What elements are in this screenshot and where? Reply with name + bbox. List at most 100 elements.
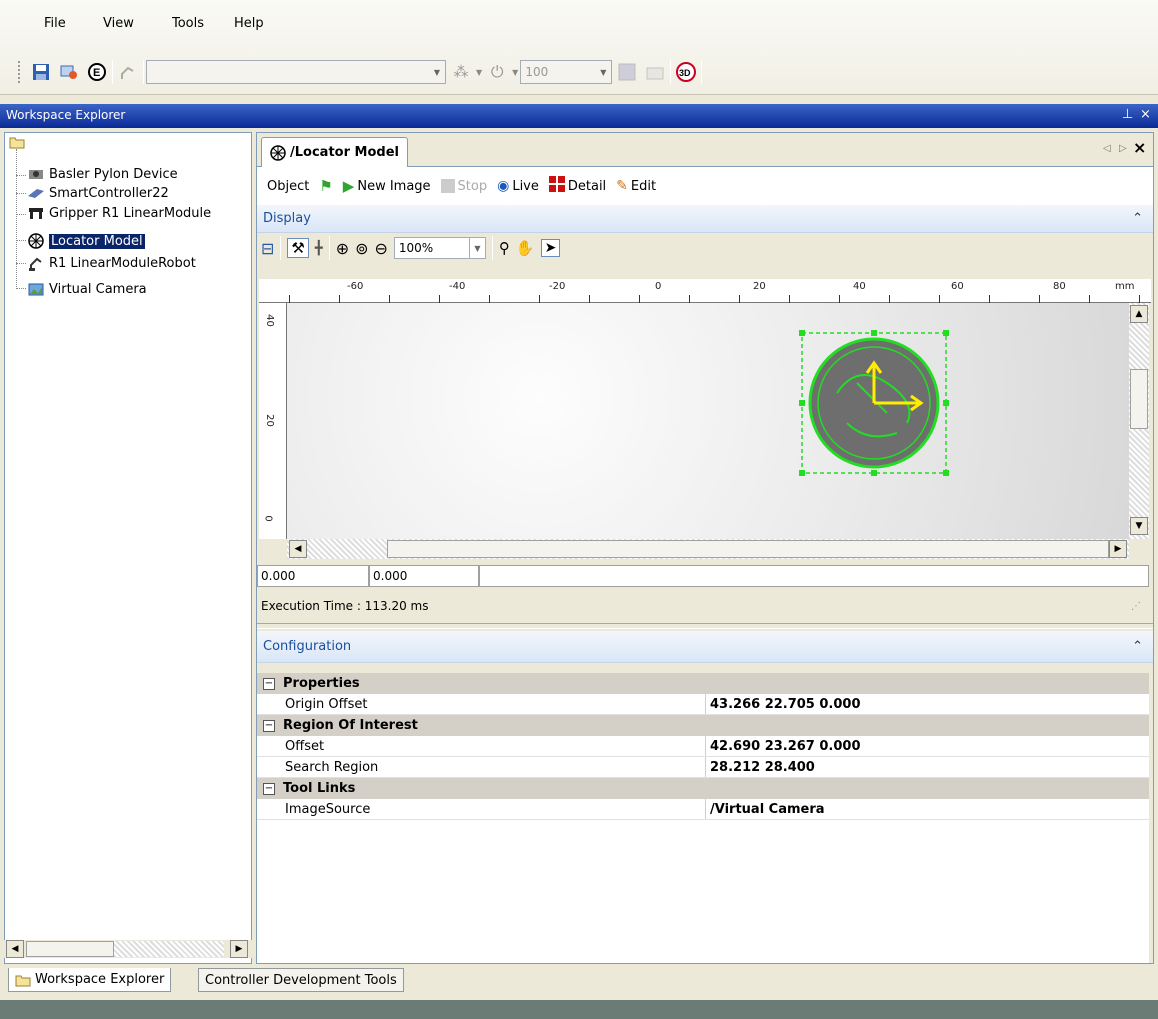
stop-icon	[440, 179, 455, 193]
pin-icon[interactable]: ⊥	[1122, 107, 1133, 122]
tree-item-locator-model[interactable]: Locator Model	[27, 232, 145, 250]
collapse-icon[interactable]: ⌃	[1132, 639, 1143, 654]
resize-grip-icon[interactable]: ⋰	[1131, 601, 1141, 612]
crosshair-icon[interactable]: ╋	[315, 241, 323, 256]
tools-icon[interactable]: ⚒	[287, 238, 309, 258]
folder-icon[interactable]	[642, 59, 668, 85]
collapse-minus-icon[interactable]: −	[263, 719, 275, 732]
tree-item-smartcontroller22[interactable]: SmartController22	[27, 184, 169, 202]
speed-select[interactable]: 100 ▼	[520, 60, 613, 84]
display-section-header[interactable]: Display ⌃	[257, 205, 1153, 233]
status-field	[479, 565, 1149, 587]
menu-file[interactable]: File	[44, 16, 66, 31]
emergency-stop-icon[interactable]: E	[84, 59, 110, 85]
layers-icon[interactable]: ⊟	[261, 239, 274, 258]
power-icon[interactable]: ⏻	[484, 59, 510, 85]
category-properties[interactable]: − Properties	[257, 673, 1149, 694]
root-folder-icon[interactable]	[9, 135, 25, 152]
edit-button[interactable]: ✎ Edit	[616, 178, 656, 194]
property-value[interactable]: 42.690 23.267 0.000	[705, 736, 1149, 756]
property-value[interactable]: 28.212 28.400	[705, 757, 1149, 777]
robot-arm-icon[interactable]	[115, 59, 141, 85]
scroll-left-icon[interactable]: ◀	[289, 540, 307, 558]
tab-scroll-left-icon[interactable]: ◁	[1103, 143, 1111, 154]
tree-item-label: Gripper R1 LinearModule	[49, 205, 212, 221]
scroll-track[interactable]	[114, 941, 224, 957]
display-toolbar: ⊟ ⚒ ╋ ⊕ ⊚ ⊖ 100% ▼ ⚲ ✋ ➤	[257, 233, 1153, 263]
chevron-down-icon[interactable]: ▼	[476, 68, 482, 77]
splitter[interactable]	[257, 623, 1153, 629]
tree-item-virtual-camera[interactable]: Virtual Camera	[27, 280, 147, 298]
grid-icon[interactable]	[614, 59, 640, 85]
category-label: Properties	[283, 676, 360, 691]
tree-item-label: Locator Model	[49, 233, 145, 249]
configuration-section-header[interactable]: Configuration ⌃	[257, 631, 1153, 663]
property-key: ImageSource	[285, 801, 371, 817]
tree-item-gripper[interactable]: Gripper R1 LinearModule	[27, 204, 211, 222]
tree-item-r1-linearmodulerobot[interactable]: R1 LinearModuleRobot	[27, 254, 196, 272]
property-value[interactable]: /Virtual Camera	[705, 799, 1149, 819]
flag-icon[interactable]: ⚑	[319, 177, 332, 195]
zoom-in-icon[interactable]: ⊕	[336, 239, 349, 258]
magnifier-icon[interactable]: ⚲	[499, 239, 510, 257]
tab-controller-development-tools[interactable]: Controller Development Tools	[198, 968, 404, 992]
tab-close-icon[interactable]: ×	[1133, 138, 1146, 157]
pointer-icon[interactable]: ➤	[540, 239, 561, 257]
toolbar-separator	[670, 60, 672, 84]
svg-text:E: E	[93, 67, 100, 79]
object-menu[interactable]: Object	[267, 179, 309, 194]
zoom-out-icon[interactable]: ⊖	[375, 239, 388, 258]
collapse-minus-icon[interactable]: −	[263, 782, 275, 795]
zoom-select[interactable]: 100% ▼	[393, 237, 486, 259]
save-icon[interactable]	[28, 59, 54, 85]
close-icon[interactable]: ×	[1140, 107, 1151, 122]
image-vertical-scrollbar[interactable]: ▲ ▼	[1129, 303, 1149, 539]
tree-horizontal-scrollbar[interactable]: ◀ ▶	[4, 940, 252, 958]
3d-view-icon[interactable]: 3D	[673, 59, 699, 85]
scroll-left-icon[interactable]: ◀	[6, 940, 24, 958]
property-row[interactable]: ImageSource/Virtual Camera	[257, 799, 1149, 820]
tree-item-basler-pylon-device[interactable]: Basler Pylon Device	[27, 165, 178, 183]
scroll-thumb[interactable]	[387, 540, 1109, 558]
scroll-up-icon[interactable]: ▲	[1130, 305, 1148, 323]
zoom-fit-icon[interactable]: ⊚	[355, 239, 368, 258]
collapse-icon[interactable]: ⌃	[1132, 211, 1143, 226]
property-row[interactable]: Origin Offset 43.266 22.705 0.000	[257, 694, 1149, 715]
stop-button[interactable]: Stop	[440, 179, 487, 194]
tab-locator-model[interactable]: /Locator Model	[261, 137, 408, 167]
toolbar-separator	[112, 60, 113, 84]
property-row[interactable]: Search Region 28.212 28.400	[257, 757, 1149, 778]
workspace-tree: Basler Pylon Device SmartController22 Gr…	[4, 132, 252, 964]
pan-hand-icon[interactable]: ✋	[516, 239, 535, 257]
scroll-right-icon[interactable]: ▶	[230, 940, 248, 958]
jog-icon[interactable]: ⁂	[448, 59, 474, 85]
collapse-minus-icon[interactable]: −	[263, 677, 275, 690]
detail-button[interactable]: Detail	[548, 176, 606, 196]
toolbar-separator	[280, 236, 282, 260]
scroll-right-icon[interactable]: ▶	[1109, 540, 1127, 558]
new-image-button[interactable]: ▶ New Image	[343, 177, 431, 195]
category-label: Tool Links	[283, 781, 356, 796]
scroll-thumb[interactable]	[1130, 369, 1148, 429]
menu-view[interactable]: View	[103, 16, 134, 31]
menu-tools[interactable]: Tools	[172, 16, 204, 31]
locator-model-icon	[270, 144, 286, 161]
chevron-down-icon[interactable]: ▼	[512, 68, 518, 77]
locator-overlay	[799, 330, 949, 476]
property-value[interactable]: 43.266 22.705 0.000	[705, 694, 1149, 714]
category-tool-links[interactable]: − Tool Links	[257, 778, 1149, 799]
tab-scroll-right-icon[interactable]: ▷	[1119, 143, 1127, 154]
category-region-of-interest[interactable]: − Region Of Interest	[257, 715, 1149, 736]
menu-help[interactable]: Help	[234, 16, 264, 31]
scroll-thumb[interactable]	[26, 941, 114, 957]
image-display[interactable]	[287, 303, 1129, 539]
connect-icon[interactable]	[56, 59, 82, 85]
live-button[interactable]: ◉ Live	[497, 178, 539, 194]
image-horizontal-scrollbar[interactable]: ◀ ▶	[287, 539, 1129, 559]
robot-select[interactable]: ▼	[146, 60, 446, 84]
property-row[interactable]: Offset 42.690 23.267 0.000	[257, 736, 1149, 757]
ruler-label: 40	[263, 314, 275, 327]
tab-workspace-explorer[interactable]: Workspace Explorer	[8, 968, 172, 992]
tab-label: Controller Development Tools	[205, 972, 397, 988]
scroll-down-icon[interactable]: ▼	[1130, 517, 1148, 535]
